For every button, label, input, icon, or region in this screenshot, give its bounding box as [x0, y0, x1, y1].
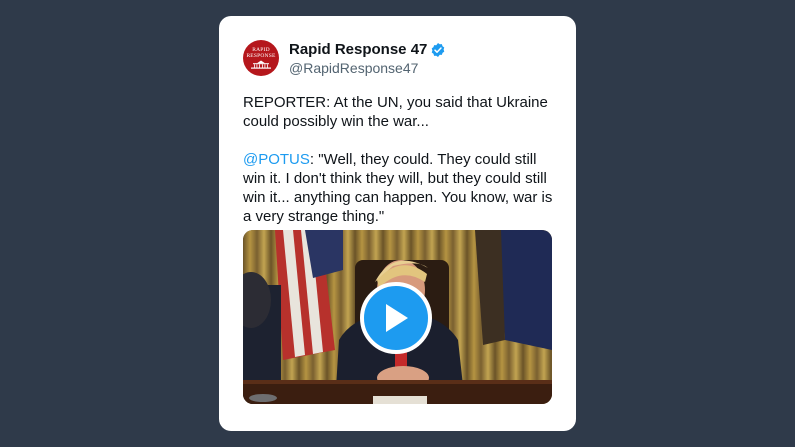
play-icon — [386, 304, 408, 332]
white-house-icon — [251, 60, 271, 69]
video-thumbnail[interactable] — [243, 230, 552, 404]
avatar-logo-line-2: RESPONSE — [246, 53, 276, 59]
tweet-paragraph-2: @POTUS: "Well, they could. They could st… — [243, 150, 555, 226]
play-button[interactable] — [360, 282, 432, 354]
author-name-row[interactable]: Rapid Response 47 — [289, 41, 446, 58]
display-name[interactable]: Rapid Response 47 — [289, 41, 427, 58]
tweet-card: RAPID RESPONSE Rapid Response 47 @RapidR… — [219, 16, 576, 431]
tweet-paragraph-1: REPORTER: At the UN, you said that Ukrai… — [243, 94, 548, 130]
verified-badge-icon — [432, 42, 445, 57]
tweet-text: REPORTER: At the UN, you said that Ukrai… — [243, 93, 555, 226]
avatar[interactable]: RAPID RESPONSE — [243, 40, 279, 76]
mention-link[interactable]: @POTUS — [243, 151, 310, 168]
author-handle[interactable]: @RapidResponse47 — [289, 60, 418, 76]
